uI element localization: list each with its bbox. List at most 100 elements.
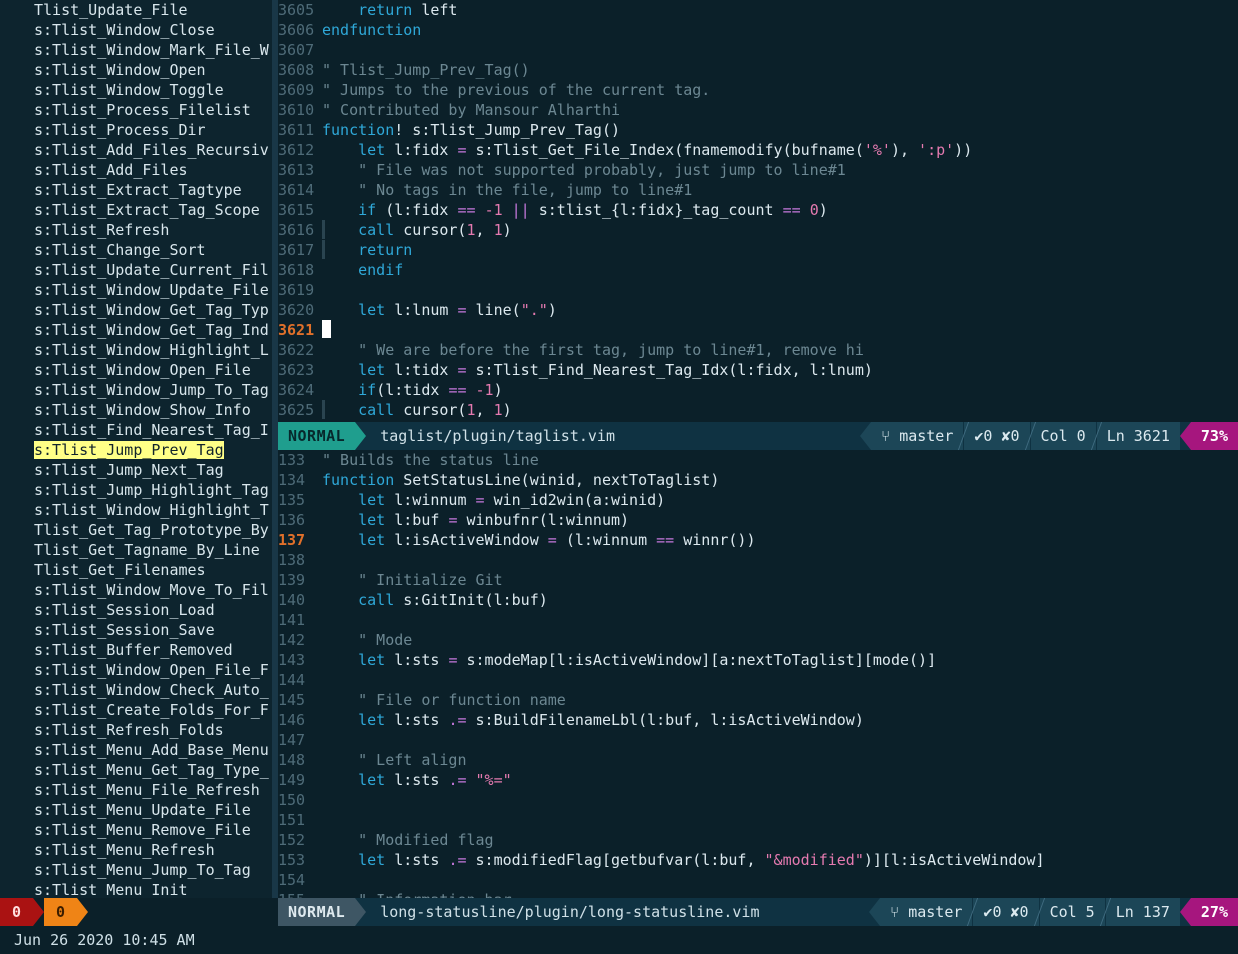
code-line[interactable]: 3613 " File was not supported probably, … (278, 160, 1238, 180)
code-line[interactable]: 3611 function! s:Tlist_Jump_Prev_Tag() (278, 120, 1238, 140)
code-line[interactable]: 3615 if (l:fidx == -1 || s:tlist_{l:fidx… (278, 200, 1238, 220)
line-number: 3619 (278, 281, 315, 299)
code-line[interactable]: 3618 endif (278, 260, 1238, 280)
code-line[interactable]: 3614 " No tags in the file, jump to line… (278, 180, 1238, 200)
code-line[interactable]: 142 " Mode (278, 630, 1238, 650)
taglist-item[interactable]: s:Tlist_Menu_Jump_To_Tag (0, 860, 272, 880)
taglist-item[interactable]: s:Tlist_Menu_File_Refresh (0, 780, 272, 800)
taglist-item[interactable]: s:Tlist_Window_Highlight_L (0, 340, 272, 360)
code-line[interactable]: 149 let l:sts .= "%=" (278, 770, 1238, 790)
taglist-item[interactable]: s:Tlist_Window_Open_File_F (0, 660, 272, 680)
code-line[interactable]: 146 let l:sts .= s:BuildFilenameLbl(l:bu… (278, 710, 1238, 730)
taglist-item[interactable]: s:Tlist_Window_Get_Tag_Typ (0, 300, 272, 320)
taglist-item[interactable]: s:Tlist_Window_Open_File (0, 360, 272, 380)
code-line[interactable]: 138 (278, 550, 1238, 570)
code-line[interactable]: 3624 if(l:tidx == -1) (278, 380, 1238, 400)
taglist-item[interactable]: s:Tlist_Add_Files_Recursiv (0, 140, 272, 160)
code-line[interactable]: 3605 return left (278, 0, 1238, 20)
code-line[interactable]: 135 let l:winnum = win_id2win(a:winid) (278, 490, 1238, 510)
code-line[interactable]: 3612 let l:fidx = s:Tlist_Get_File_Index… (278, 140, 1238, 160)
taglist-item[interactable]: s:Tlist_Window_Show_Info (0, 400, 272, 420)
taglist-item[interactable]: s:Tlist_Refresh_Folds (0, 720, 272, 740)
taglist-item[interactable]: s:Tlist_Session_Load (0, 600, 272, 620)
code-line[interactable]: 147 (278, 730, 1238, 750)
code-line[interactable]: 3610 " Contributed by Mansour Alharthi (278, 100, 1238, 120)
code-line[interactable]: 150 (278, 790, 1238, 810)
code-line[interactable]: 151 (278, 810, 1238, 830)
code-line[interactable]: 3619 (278, 280, 1238, 300)
cross-icon: ✘ (1010, 903, 1020, 921)
taglist-item[interactable]: s:Tlist_Process_Filelist (0, 100, 272, 120)
taglist-item[interactable]: s:Tlist_Menu_Init (0, 880, 272, 898)
line-number: 3612 (278, 141, 315, 159)
code-line[interactable]: 140 call s:GitInit(l:buf) (278, 590, 1238, 610)
taglist-item[interactable]: s:Tlist_Window_Toggle (0, 80, 272, 100)
taglist-item[interactable]: Tlist_Get_Filenames (0, 560, 272, 580)
taglist-item[interactable]: s:Tlist_Refresh (0, 220, 272, 240)
code-line[interactable]: 3617 return (278, 240, 1238, 260)
taglist-item[interactable]: Tlist_Get_Tagname_By_Line (0, 540, 272, 560)
code-line[interactable]: 3623 let l:tidx = s:Tlist_Find_Nearest_T… (278, 360, 1238, 380)
code-line[interactable]: 155 " Information bar (278, 890, 1238, 898)
code-line[interactable]: 136 let l:buf = winbufnr(l:winnum) (278, 510, 1238, 530)
taglist-item[interactable]: s:Tlist_Menu_Add_Base_Menu (0, 740, 272, 760)
taglist-item[interactable]: s:Tlist_Window_Move_To_Fil (0, 580, 272, 600)
code-line[interactable]: 145 " File or function name (278, 690, 1238, 710)
git-branch-bottom: ⑂ master (880, 898, 973, 926)
taglist-item[interactable]: s:Tlist_Window_Close (0, 20, 272, 40)
code-pane-bottom[interactable]: 133 " Builds the status line 134 function S… (278, 450, 1238, 898)
taglist-item[interactable]: s:Tlist_Jump_Next_Tag (0, 460, 272, 480)
taglist-item[interactable]: s:Tlist_Menu_Update_File (0, 800, 272, 820)
taglist-item[interactable]: s:Tlist_Find_Nearest_Tag_I (0, 420, 272, 440)
taglist-item[interactable]: s:Tlist_Extract_Tag_Scope (0, 200, 272, 220)
code-line[interactable]: 139 " Initialize Git (278, 570, 1238, 590)
code-line[interactable]: 134 function SetStatusLine(winid, nextToT… (278, 470, 1238, 490)
taglist-item[interactable]: s:Tlist_Menu_Get_Tag_Type_ (0, 760, 272, 780)
taglist-item[interactable]: s:Tlist_Change_Sort (0, 240, 272, 260)
taglist-sidebar[interactable]: Tlist_Update_File s:Tlist_Window_Close s:T… (0, 0, 272, 898)
taglist-item[interactable]: Tlist_Update_File (0, 0, 272, 20)
taglist-item[interactable]: s:Tlist_Window_Jump_To_Tag (0, 380, 272, 400)
code-line[interactable]: 137 let l:isActiveWindow = (l:winnum == … (278, 530, 1238, 550)
taglist-item[interactable]: s:Tlist_Create_Folds_For_F (0, 700, 272, 720)
taglist-item[interactable]: s:Tlist_Window_Update_File (0, 280, 272, 300)
line-number: 145 (278, 691, 306, 709)
taglist-item[interactable]: s:Tlist_Add_Files (0, 160, 272, 180)
taglist-item[interactable]: s:Tlist_Window_Open (0, 60, 272, 80)
taglist-item[interactable]: s:Tlist_Menu_Refresh (0, 840, 272, 860)
code-token: l:sts (385, 711, 449, 729)
code-line[interactable]: 143 let l:sts = s:modeMap[l:isActiveWind… (278, 650, 1238, 670)
taglist-item[interactable]: s:Tlist_Window_Highlight_T (0, 500, 272, 520)
code-line[interactable]: 3625 call cursor(1, 1) (278, 400, 1238, 420)
taglist-item[interactable]: s:Tlist_Update_Current_Fil (0, 260, 272, 280)
code-line[interactable]: 152 " Modified flag (278, 830, 1238, 850)
taglist-item[interactable]: s:Tlist_Jump_Highlight_Tag (0, 480, 272, 500)
code-line[interactable]: 3607 (278, 40, 1238, 60)
code-line[interactable]: 153 let l:sts .= s:modifiedFlag[getbufva… (278, 850, 1238, 870)
taglist-item[interactable]: s:Tlist_Extract_Tagtype (0, 180, 272, 200)
code-line[interactable]: 144 (278, 670, 1238, 690)
code-line[interactable]: 154 (278, 870, 1238, 890)
code-line[interactable]: 3621 (278, 320, 1238, 340)
code-line[interactable]: 133 " Builds the status line (278, 450, 1238, 470)
code-line[interactable]: 3622 " We are before the first tag, jump… (278, 340, 1238, 360)
taglist-item[interactable]: s:Tlist_Window_Mark_File_W (0, 40, 272, 60)
code-line[interactable]: 3609 " Jumps to the previous of the curre… (278, 80, 1238, 100)
taglist-item[interactable]: s:Tlist_Buffer_Removed (0, 640, 272, 660)
code-line[interactable]: 141 (278, 610, 1238, 630)
taglist-item[interactable]: s:Tlist_Process_Dir (0, 120, 272, 140)
code-pane-top[interactable]: 3605 return left 3606 endfunction 3607 3608 "… (278, 0, 1238, 422)
taglist-item[interactable]: s:Tlist_Window_Get_Tag_Ind (0, 320, 272, 340)
code-line[interactable]: 3608 " Tlist_Jump_Prev_Tag() (278, 60, 1238, 80)
code-line[interactable]: 3620 let l:lnum = line(".") (278, 300, 1238, 320)
code-line[interactable]: 3616 call cursor(1, 1) (278, 220, 1238, 240)
taglist-item-label: s:Tlist_Window_Mark_File_W (34, 41, 269, 59)
code-line[interactable]: 3606 endfunction (278, 20, 1238, 40)
taglist-item[interactable]: s:Tlist_Jump_Prev_Tag (0, 440, 272, 460)
code-line[interactable]: 148 " Left align (278, 750, 1238, 770)
taglist-item[interactable]: s:Tlist_Window_Check_Auto_ (0, 680, 272, 700)
taglist-item[interactable]: s:Tlist_Session_Save (0, 620, 272, 640)
taglist-item[interactable]: s:Tlist_Menu_Remove_File (0, 820, 272, 840)
taglist-item[interactable]: Tlist_Get_Tag_Prototype_By (0, 520, 272, 540)
taglist-item-label: s:Tlist_Menu_Remove_File (34, 821, 251, 839)
